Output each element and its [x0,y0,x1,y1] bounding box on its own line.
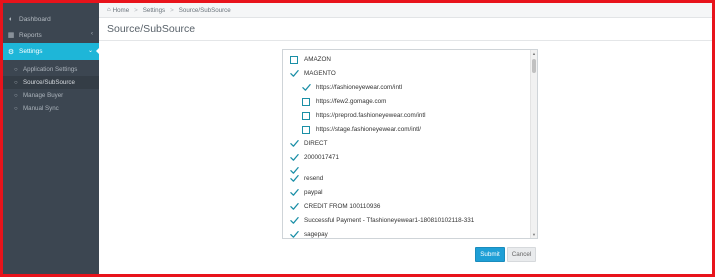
checkmark-icon[interactable] [290,153,299,162]
list-item[interactable]: CREDIT FROM 100110936 [290,200,380,213]
gears-icon: ⚙ [7,48,15,56]
submenu-item-application-settings[interactable]: ○ Application Settings [3,63,99,76]
home-icon: ⌂ [107,7,111,13]
list-item-label: Successful Payment - Tfashioneyewear1-18… [304,217,475,224]
checkmark-icon[interactable] [290,202,299,211]
list-item[interactable]: resend [290,172,323,185]
active-indicator [96,47,100,55]
submenu-item-label: Source/SubSource [23,79,75,86]
breadcrumb: ⌂ Home > Settings > Source/SubSource [99,3,712,18]
submenu-item-label: Manual Sync [23,105,59,112]
sidebar-item-settings[interactable]: ⚙ Settings ⌄ [3,43,100,60]
list-item-label: AMAZON [304,56,331,63]
breadcrumb-separator: > [170,6,174,14]
sidebar-item-label: Dashboard [19,15,51,23]
checkbox[interactable] [302,111,310,120]
sidebar-item-dashboard[interactable]: ◐ Dashboard [3,11,99,27]
source-list[interactable]: AMAZON MAGENTO https://fashioneyewear.com/… [282,49,538,239]
list-item[interactable]: paypal [290,186,323,199]
list-item-label: https://preprod.fashioneyewear.com/intl [316,112,426,119]
list-item[interactable]: sagepay [290,228,328,238]
list-item[interactable]: https://stage.fashioneyewear.com/intl/ [302,123,421,136]
scroll-down-icon[interactable]: ▼ [531,231,537,238]
scrollbar-thumb[interactable] [532,59,536,73]
dashboard-icon: ◐ [8,15,14,23]
submenu-item-source-subsource[interactable]: ○ Source/SubSource [3,76,99,89]
checkmark-icon[interactable] [302,83,311,92]
list-item-label: 2000017471 [304,154,340,161]
checkmark-icon[interactable] [290,230,299,238]
sidebar-item-label: Reports [19,31,42,39]
circle-icon: ○ [14,92,18,99]
submit-button[interactable]: Submit [475,247,505,262]
sidebar-item-reports[interactable]: ▦ Reports ‹ [3,27,99,43]
list-item[interactable]: DIRECT [290,137,327,150]
list-item-label: paypal [304,189,323,196]
circle-icon: ○ [14,105,18,112]
checkbox[interactable] [302,125,310,134]
circle-icon: ○ [14,66,18,73]
checkmark-icon[interactable] [290,188,299,197]
reports-icon: ▦ [7,32,15,39]
list-item[interactable]: Successful Payment - Tfashioneyewear1-18… [290,214,474,227]
checkmark-icon[interactable] [290,174,299,183]
chevron-down-icon: ⌄ [87,48,93,54]
breadcrumb-settings[interactable]: Settings [143,7,165,14]
checkbox[interactable] [290,55,298,64]
checkmark-icon[interactable] [290,69,299,78]
submenu-item-manual-sync[interactable]: ○ Manual Sync [3,102,99,115]
submenu-item-manage-buyer[interactable]: ○ Manage Buyer [3,89,99,102]
list-item[interactable]: https://fashioneyewear.com/intl [302,81,402,94]
checkmark-icon[interactable] [290,216,299,225]
list-item[interactable]: https://few2.gomage.com [302,95,386,108]
list-item[interactable]: MAGENTO [290,67,336,80]
sidebar: ◐ Dashboard ▦ Reports ‹ ⚙ Settings ⌄ ○ A… [3,3,100,274]
cancel-button[interactable]: Cancel [507,247,536,262]
submenu-item-label: Manage Buyer [23,92,64,99]
list-item-label: DIRECT [304,140,328,147]
list-item[interactable]: https://preprod.fashioneyewear.com/intl [302,109,426,122]
scroll-up-icon[interactable]: ▲ [531,50,537,57]
circle-icon: ○ [14,79,18,86]
page-title: Source/SubSource [107,23,196,35]
title-divider [99,40,712,41]
list-item-label: MAGENTO [304,70,336,77]
list-item[interactable]: 2000017471 [290,151,339,164]
list-item-label: sagepay [304,231,328,238]
checkbox[interactable] [302,97,310,106]
list-item-label: resend [304,175,324,182]
breadcrumb-current: Source/SubSource [178,6,231,14]
vertical-scrollbar[interactable]: ▲ ▼ [530,50,537,238]
checkmark-icon[interactable] [290,139,299,148]
list-item-label: CREDIT FROM 100110936 [304,203,381,210]
sidebar-item-label: Settings [19,48,43,55]
submenu-item-label: Application Settings [23,66,78,73]
list-item[interactable]: AMAZON [290,53,331,66]
breadcrumb-separator: > [134,6,138,14]
list-item-label: https://fashioneyewear.com/intl [316,84,403,91]
list-item-label: https://stage.fashioneyewear.com/intl/ [316,126,422,133]
chevron-left-icon: ‹ [91,31,93,37]
list-item-label: https://few2.gomage.com [316,98,387,105]
breadcrumb-home[interactable]: Home [113,7,130,14]
